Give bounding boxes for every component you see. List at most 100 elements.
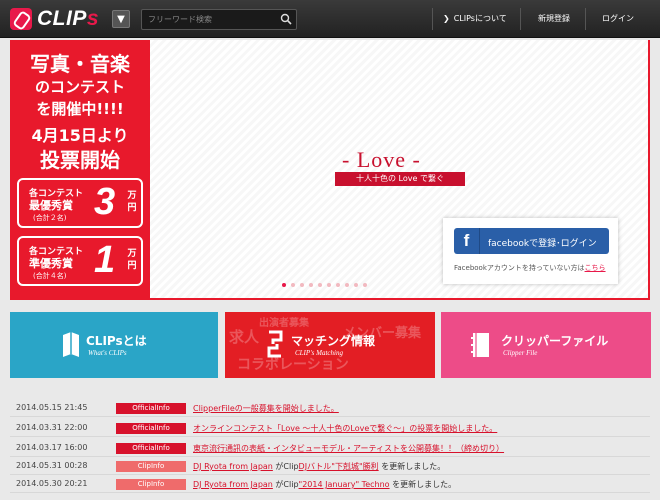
news-suffix: を更新しました。 xyxy=(381,462,446,471)
facebook-button-label: facebookで登録･ログイン xyxy=(488,239,597,249)
news-text: DJ Ryota from Japan がClip"2014 January" … xyxy=(193,479,456,490)
header-bar: CLIPs ▼ ❯CLIPsについて 新規登録 ログイン xyxy=(0,0,660,38)
news-text: オンラインコンテスト「Love 〜十人十色のLoveで繋ぐ〜」の投票を開始しまし… xyxy=(193,423,497,434)
tile-matching[interactable]: 出演者募集 求人 メンバー募集 コラボレーション マッチング情報 CLIP's … xyxy=(225,312,435,378)
chevron-down-icon: ▼ xyxy=(117,13,125,25)
news-link[interactable]: ClipperFileの一般募集を開始しました。 xyxy=(193,404,339,413)
news-badge: ClipInfo xyxy=(116,461,186,472)
tile-subtitle: Clipper File xyxy=(503,349,538,357)
facebook-login-button[interactable]: f facebookで登録･ログイン xyxy=(454,228,609,254)
news-row: 2014.03.31 22:00 OfficialInfo オンラインコンテスト… xyxy=(10,419,650,437)
hero-title: - Love - xyxy=(342,147,421,172)
tile-subtitle: What's CLIPs xyxy=(88,349,127,357)
news-mid-text: がClip xyxy=(275,480,299,489)
news-row: 2014.03.17 16:00 OfficialInfo 東京流行通訊の表紙・… xyxy=(10,439,650,457)
top-prize-box: 各コンテスト 最優秀賞 (合計２名) 3 万円 xyxy=(17,178,143,228)
nav-about-clips[interactable]: ❯ CLIPsについて xyxy=(443,13,507,24)
prize-amount: 1 xyxy=(94,239,116,281)
menu-dropdown-button[interactable]: ▼ xyxy=(112,10,130,28)
news-user-link[interactable]: DJ Ryota from Japan xyxy=(193,480,273,489)
nav-register[interactable]: 新規登録 xyxy=(538,13,570,24)
slide-dot[interactable] xyxy=(336,283,340,287)
prize-title: 準優秀賞 xyxy=(29,257,73,270)
tile-subtitle: CLIP's Matching xyxy=(295,349,343,357)
news-text: 東京流行通訊の表紙・インタビューモデル・アーティストを公開募集！！（締め切り） xyxy=(193,443,504,454)
tile-bg-word: コラボレーション xyxy=(237,357,349,373)
news-text: ClipperFileの一般募集を開始しました。 xyxy=(193,403,339,414)
news-row: 2014.05.30 20:21 ClipInfo DJ Ryota from … xyxy=(10,475,650,493)
tile-bg-word: 出演者募集 xyxy=(259,318,309,329)
news-link[interactable]: オンラインコンテスト「Love 〜十人十色のLoveで繋ぐ〜」の投票を開始しまし… xyxy=(193,424,497,433)
hero-subtitle: 十人十色の Love で繋ぐ xyxy=(335,172,465,186)
news-user-link[interactable]: DJ Ryota from Japan xyxy=(193,462,273,471)
news-link[interactable]: 東京流行通訊の表紙・インタビューモデル・アーティストを公開募集！！（締め切り） xyxy=(193,444,504,453)
link-chain-icon xyxy=(267,330,283,358)
prize-note: (合計２名) xyxy=(33,214,67,222)
slide-dot[interactable] xyxy=(309,283,313,287)
news-date: 2014.05.30 20:21 xyxy=(16,479,88,488)
search-box xyxy=(141,9,297,30)
news-date: 2014.03.31 22:00 xyxy=(16,423,88,432)
news-mid-text: がClip xyxy=(275,462,299,471)
news-badge: ClipInfo xyxy=(116,479,186,490)
promo-line: 4月15日より xyxy=(31,126,129,145)
tile-bg-word: 求人 xyxy=(229,328,260,346)
tile-about-clips[interactable]: CLIPsとは What's CLIPs xyxy=(10,312,218,378)
slide-dot[interactable] xyxy=(282,283,286,287)
news-clip-link[interactable]: "2014 January" Techno xyxy=(299,480,390,489)
paperclip-icon xyxy=(10,8,32,30)
facebook-note-text: Facebookアカウントを持っていない方は xyxy=(454,264,585,272)
news-date: 2014.03.17 16:00 xyxy=(16,443,88,452)
nav-login[interactable]: ログイン xyxy=(602,13,634,24)
nav-separator xyxy=(585,8,586,30)
tile-title: CLIPsとは xyxy=(86,334,147,348)
news-badge: OfficialInfo xyxy=(116,423,186,434)
promo-line: を開催中!!!! xyxy=(36,100,124,118)
facebook-note: Facebookアカウントを持っていない方はこちら xyxy=(454,263,606,273)
slide-dot[interactable] xyxy=(327,283,331,287)
promo-line: 写真・音楽 xyxy=(30,52,130,76)
prize-label: 各コンテスト xyxy=(29,189,84,199)
bookmark-icon xyxy=(63,332,79,357)
tile-title: クリッパーファイル xyxy=(501,334,609,348)
contest-promo[interactable]: 写真・音楽 のコンテスト を開催中!!!! 4月15日より 投票開始 各コンテス… xyxy=(10,40,150,300)
tile-title: マッチング情報 xyxy=(291,334,376,348)
news-text: DJ Ryota from Japan がClipDJバトル"下剋城"勝利 を更… xyxy=(193,461,445,472)
news-row: 2014.05.31 00:28 ClipInfo DJ Ryota from … xyxy=(10,457,650,475)
facebook-note-link[interactable]: こちら xyxy=(585,264,606,272)
news-suffix: を更新しました。 xyxy=(392,480,457,489)
news-badge: OfficialInfo xyxy=(116,443,186,454)
notebook-icon xyxy=(471,333,489,357)
slide-dot[interactable] xyxy=(354,283,358,287)
logo-text: CLIPs xyxy=(37,7,100,30)
slide-dot[interactable] xyxy=(291,283,295,287)
slide-indicators xyxy=(282,283,367,289)
nav-separator xyxy=(432,8,433,30)
search-input[interactable] xyxy=(142,10,276,29)
second-prize-box: 各コンテスト 準優秀賞 (合計４名) 1 万円 xyxy=(17,236,143,286)
prize-note: (合計４名) xyxy=(33,272,67,280)
facebook-icon: f xyxy=(454,228,480,254)
news-clip-link[interactable]: DJバトル"下剋城"勝利 xyxy=(299,462,379,471)
news-badge: OfficialInfo xyxy=(116,403,186,414)
news-date: 2014.05.31 00:28 xyxy=(16,461,88,470)
logo[interactable]: CLIPs xyxy=(10,7,99,31)
prize-title: 最優秀賞 xyxy=(29,199,73,212)
search-icon[interactable] xyxy=(280,13,292,25)
promo-line: 投票開始 xyxy=(40,148,120,172)
chevron-right-icon: ❯ xyxy=(443,14,450,23)
slide-dot[interactable] xyxy=(345,283,349,287)
news-date: 2014.05.15 21:45 xyxy=(16,403,88,412)
prize-label: 各コンテスト xyxy=(29,247,84,257)
prize-amount: 3 xyxy=(94,181,116,223)
facebook-login-panel: f facebookで登録･ログイン Facebookアカウントを持っていない方… xyxy=(443,218,618,284)
nav-about-label: CLIPsについて xyxy=(453,14,507,23)
news-row: 2014.05.15 21:45 OfficialInfo ClipperFil… xyxy=(10,399,650,417)
prize-unit: 万円 xyxy=(127,249,137,271)
tile-clipper-file[interactable]: クリッパーファイル Clipper File xyxy=(441,312,651,378)
slide-dot[interactable] xyxy=(318,283,322,287)
slide-dot[interactable] xyxy=(363,283,367,287)
promo-line: のコンテスト xyxy=(34,78,125,96)
slide-dot[interactable] xyxy=(300,283,304,287)
prize-unit: 万円 xyxy=(127,191,137,213)
